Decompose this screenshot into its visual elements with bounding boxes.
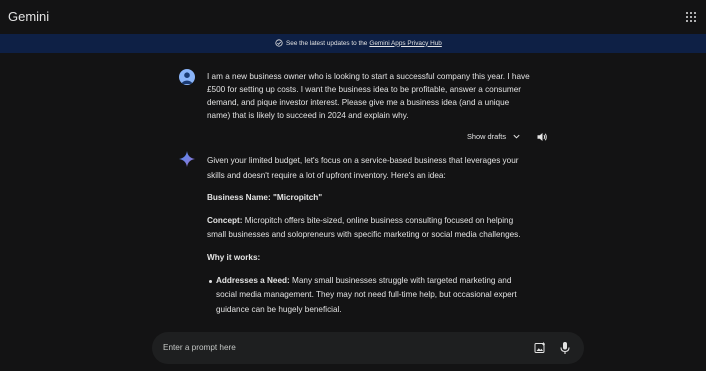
prompt-input-bar[interactable]: Enter a prompt here: [152, 332, 584, 364]
reasons-list: Addresses a Need: Many small businesses …: [209, 274, 527, 318]
gemini-sparkle-icon: [179, 151, 195, 167]
bullet-label: Addresses a Need:: [216, 275, 290, 285]
speaker-icon[interactable]: [536, 131, 548, 143]
business-name-line: Business Name: "Micropitch": [207, 191, 527, 206]
concept-label: Concept:: [207, 215, 243, 225]
microphone-icon[interactable]: [559, 341, 571, 355]
user-prompt: I am a new business owner who is looking…: [207, 72, 530, 120]
gemini-response: Given your limited budget, let's focus o…: [207, 154, 527, 317]
show-drafts-button[interactable]: Show drafts: [467, 132, 521, 141]
concept-paragraph: Concept: Micropitch offers bite-sized, o…: [207, 214, 527, 243]
why-heading: Why it works:: [207, 251, 527, 266]
app-title[interactable]: Gemini: [8, 9, 49, 24]
privacy-banner: See the latest updates to the Gemini App…: [0, 34, 706, 53]
top-bar: Gemini: [0, 0, 706, 34]
concept-text: Micropitch offers bite-sized, online bus…: [207, 215, 521, 240]
banner-text: See the latest updates to the: [286, 39, 368, 47]
prompt-input[interactable]: Enter a prompt here: [163, 343, 236, 352]
list-item: Addresses a Need: Many small businesses …: [209, 274, 527, 318]
privacy-hub-link[interactable]: Gemini Apps Privacy Hub: [369, 40, 441, 47]
check-circle-icon: [275, 39, 283, 47]
add-image-icon[interactable]: [534, 342, 546, 354]
chevron-down-icon: [513, 134, 520, 139]
business-name-value: "Micropitch": [273, 193, 323, 203]
response-intro: Given your limited budget, let's focus o…: [207, 156, 519, 180]
business-name-label: Business Name:: [207, 193, 271, 203]
why-heading-text: Why it works:: [207, 252, 261, 262]
user-avatar: [179, 69, 195, 85]
apps-grid-icon[interactable]: [686, 12, 696, 22]
show-drafts-label: Show drafts: [467, 132, 507, 141]
